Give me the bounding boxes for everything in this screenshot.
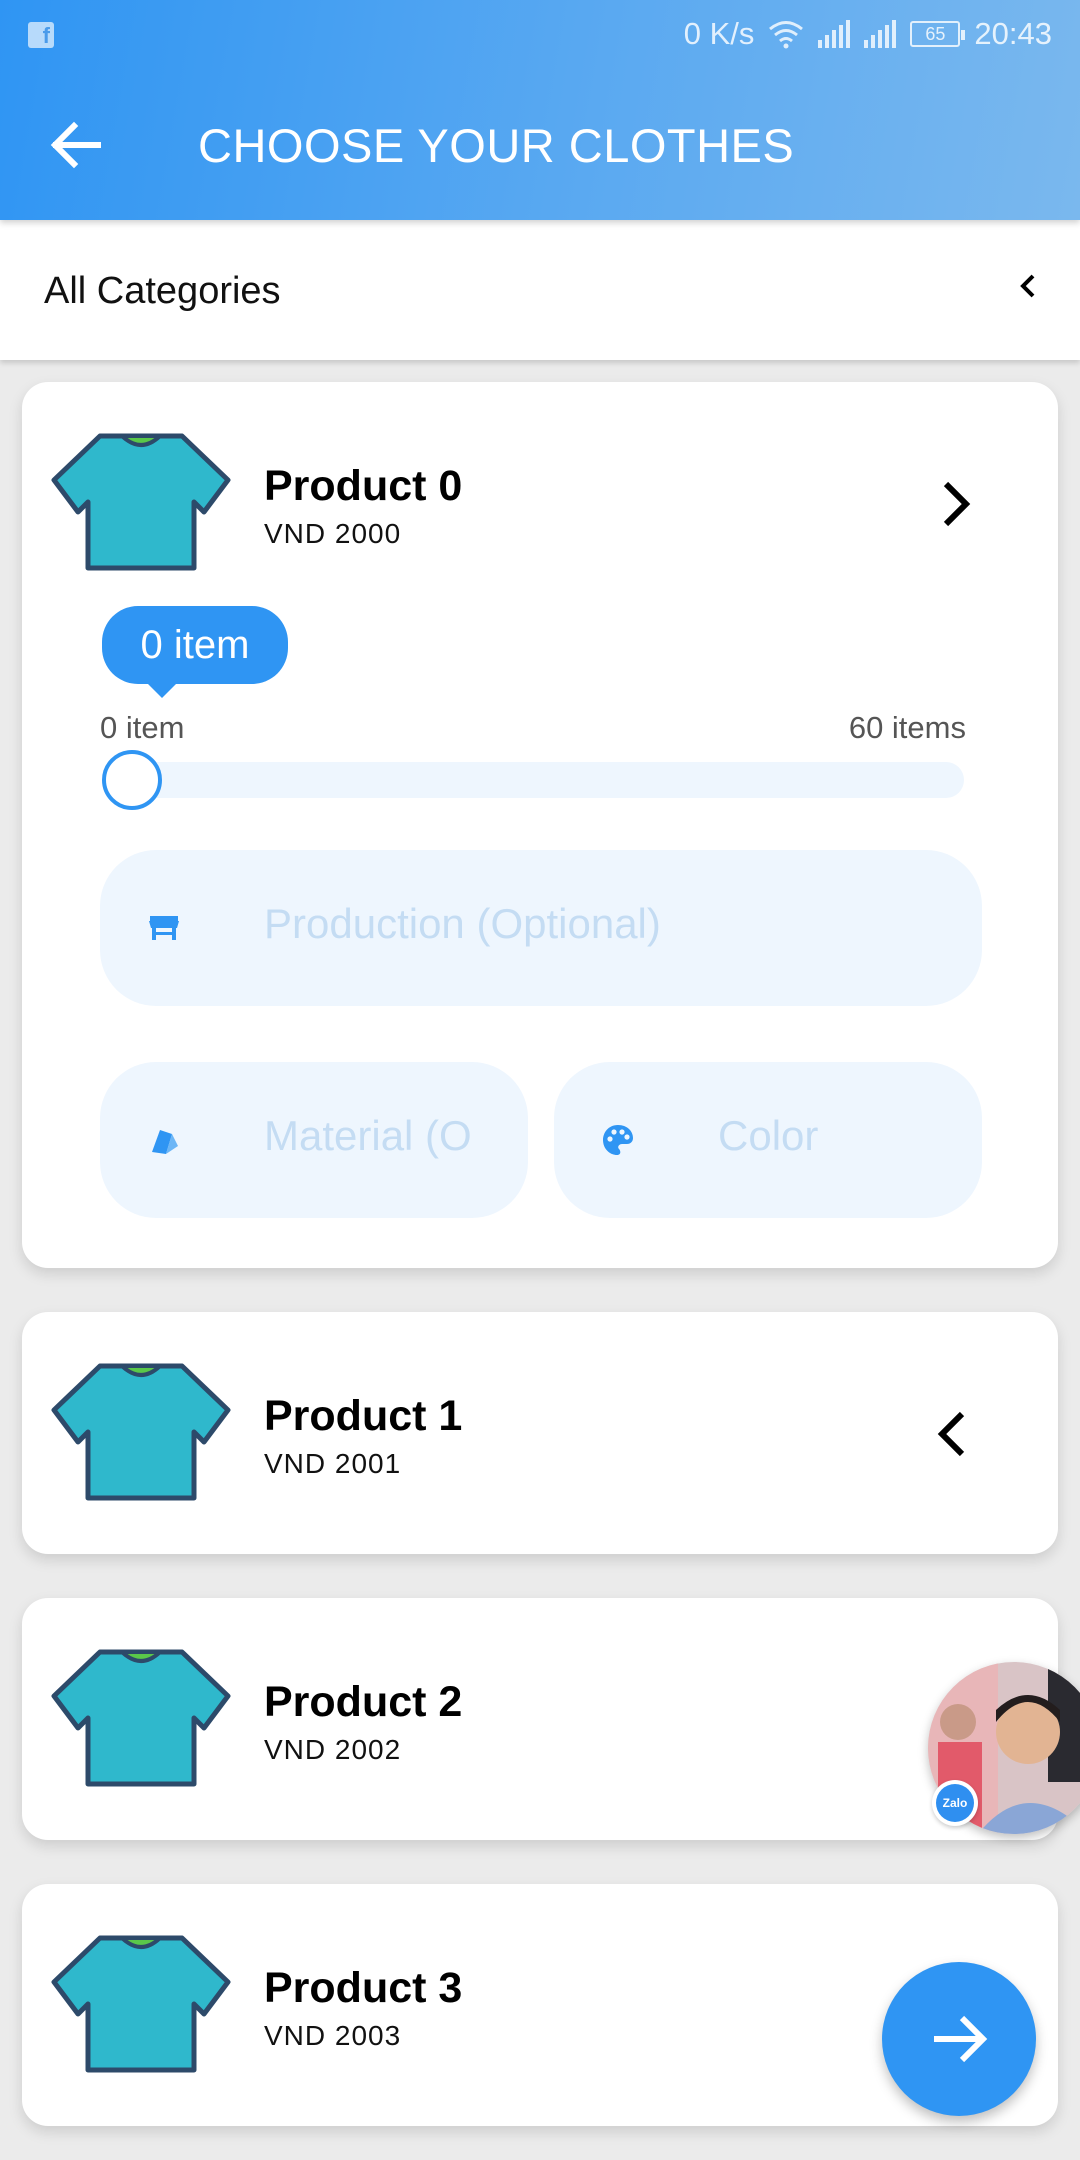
zalo-badge: Zalo — [932, 1780, 978, 1826]
tshirt-icon — [51, 1363, 231, 1501]
product-card-1[interactable]: Product 1 VND 2001 — [22, 1312, 1058, 1554]
quantity-slider-thumb[interactable] — [102, 750, 162, 810]
expand-button[interactable] — [924, 1404, 984, 1464]
app-bar: CHOOSE YOUR CLOTHES — [0, 80, 1080, 210]
status-bar: f 0 K/s 65 20:43 — [0, 0, 1080, 66]
arrow-right-icon — [934, 2015, 988, 2063]
tshirt-icon — [51, 1935, 231, 2073]
wifi-icon — [769, 21, 804, 49]
signal-icon — [864, 20, 897, 48]
category-toggle-button[interactable] — [998, 256, 1058, 316]
fabric-icon — [152, 1130, 178, 1154]
quantity-slider[interactable] — [108, 762, 964, 798]
tshirt-icon — [51, 433, 231, 571]
product-name: Product 2 — [264, 1678, 463, 1726]
product-price: VND 2000 — [264, 518, 402, 549]
production-field[interactable]: Production (Optional) — [100, 850, 982, 1006]
back-button[interactable] — [40, 108, 114, 182]
quantity-max-label: 60 items — [848, 710, 966, 745]
production-placeholder: Production (Optional) — [264, 900, 661, 947]
product-price: VND 2002 — [264, 1734, 402, 1765]
network-speed: 0 K/s — [683, 16, 755, 51]
product-price: VND 2001 — [264, 1448, 402, 1479]
chevron-left-icon — [937, 1411, 965, 1457]
arrow-left-icon — [50, 121, 101, 169]
clock: 20:43 — [974, 16, 1052, 51]
product-card-0[interactable]: Product 0 VND 2000 0 item 0 item 60 item… — [22, 382, 1058, 1268]
palette-icon — [603, 1125, 633, 1155]
product-name: Product 3 — [264, 1964, 463, 2012]
material-field[interactable]: Material (O — [100, 1062, 528, 1218]
product-price: VND 2003 — [264, 2020, 402, 2051]
category-label: All Categories — [44, 270, 281, 312]
product-card-2[interactable]: Product 2 VND 2002 — [22, 1598, 1058, 1840]
color-field[interactable]: Color — [554, 1062, 982, 1218]
status-indicators: 0 K/s 65 20:43 — [684, 12, 1052, 56]
chevron-right-icon — [943, 481, 971, 527]
material-placeholder: Material (O — [264, 1112, 472, 1159]
tshirt-icon — [51, 1649, 231, 1787]
category-selector[interactable]: All Categories — [0, 220, 1080, 360]
chevron-left-icon — [1020, 274, 1035, 298]
color-placeholder: Color — [718, 1112, 819, 1159]
product-name: Product 1 — [264, 1392, 463, 1440]
facebook-icon: f — [28, 22, 54, 48]
header: f 0 K/s 65 20:43 CHOOSE YOUR CLOTHES — [0, 0, 1080, 220]
signal-icon — [818, 20, 851, 48]
zalo-label: Zalo — [936, 1784, 974, 1822]
product-name: Product 0 — [264, 462, 463, 510]
store-icon — [149, 916, 179, 940]
quantity-min-label: 0 item — [100, 710, 185, 745]
collapse-button[interactable] — [924, 474, 984, 534]
battery-level: 65 — [925, 24, 946, 44]
page-title: CHOOSE YOUR CLOTHES — [198, 119, 795, 172]
battery-icon: 65 — [910, 21, 966, 47]
quantity-tooltip: 0 item — [102, 606, 288, 698]
next-button[interactable] — [882, 1962, 1036, 2116]
